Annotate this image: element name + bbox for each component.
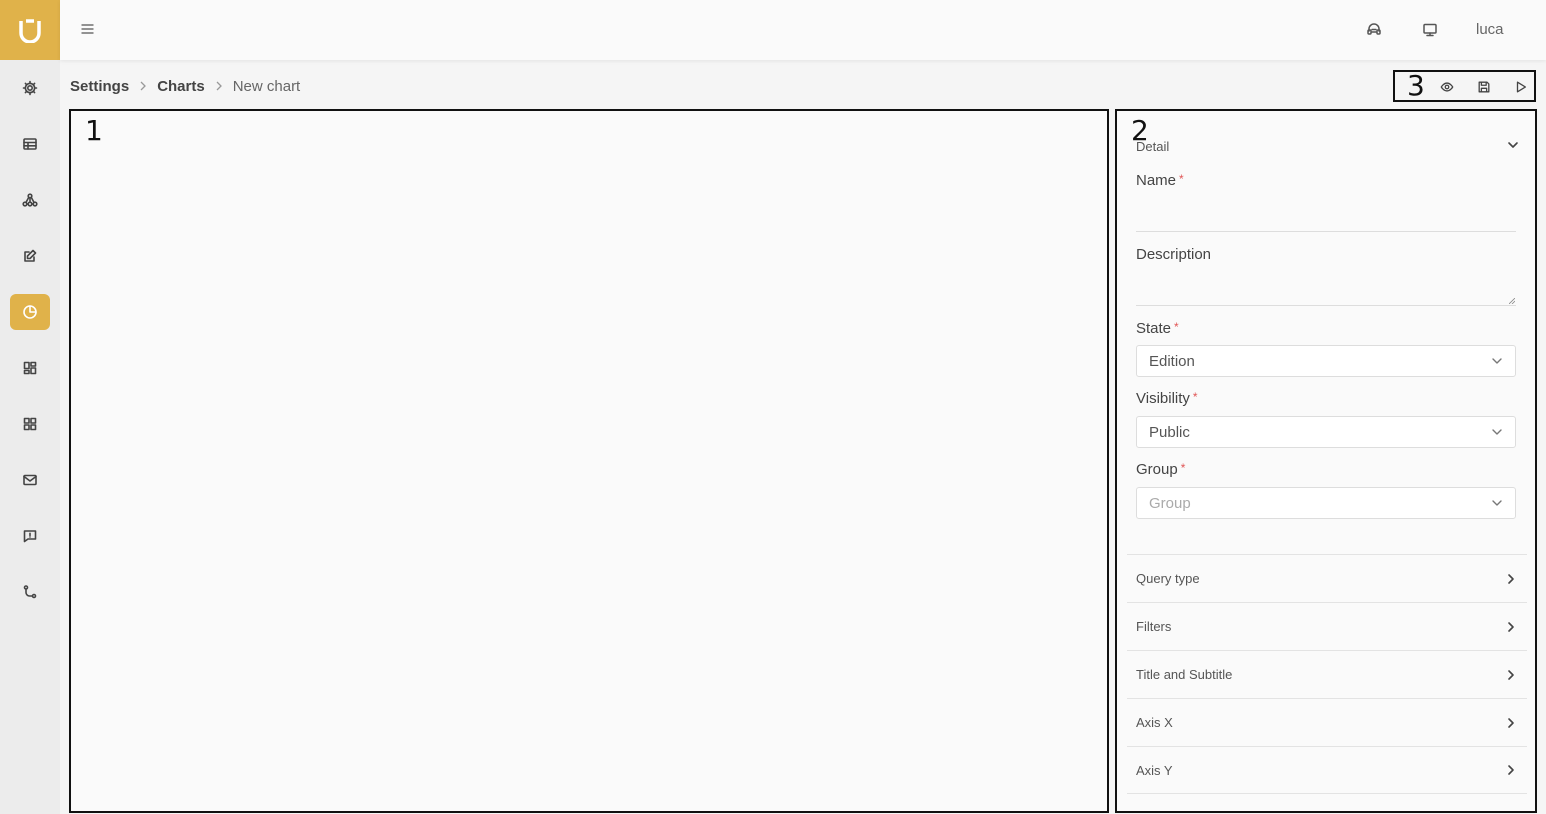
section-label: Query type [1136,571,1200,586]
sidebar [0,0,60,814]
monitor-button[interactable] [1420,20,1440,40]
name-label-text: Name [1136,172,1177,189]
visibility-select[interactable]: Public [1136,416,1516,448]
visibility-label: Visibility * [1136,390,1198,407]
menu-toggle-button[interactable] [80,22,94,36]
group-label: Group * [1136,461,1185,478]
chevron-down-icon [1492,500,1502,506]
breadcrumb-charts[interactable]: Charts [157,78,205,95]
sidebar-item-tables[interactable] [10,126,50,162]
hierarchy-icon [22,193,38,207]
logo-icon [19,19,41,43]
section-title-subtitle[interactable]: Title and Subtitle [1127,650,1527,698]
chevron-down-icon [1507,139,1519,154]
required-mark: * [1180,461,1186,475]
sidebar-item-hierarchy[interactable] [10,182,50,218]
support-button[interactable] [1364,20,1384,40]
chat-icon [23,530,37,543]
sidebar-item-mail[interactable] [10,462,50,498]
visibility-select-value: Public [1149,423,1190,441]
top-bar: luca [60,0,1546,60]
dashboard-icon [23,361,37,375]
detail-section-title: Detail [1136,139,1170,154]
required-mark: * [1192,390,1198,404]
chevron-right-icon [1508,765,1514,775]
chevron-down-icon [1492,358,1502,364]
eye-icon [1440,82,1454,92]
table-icon [23,138,37,150]
toolbar-box-number: 3 [1407,69,1425,102]
breadcrumb-settings[interactable]: Settings [70,78,129,95]
state-label: State * [1136,320,1179,337]
preview-button[interactable] [1439,79,1455,95]
chevron-right-icon [1508,669,1514,680]
flow-icon [23,585,37,599]
mail-icon [23,474,37,486]
section-label: Title and Subtitle [1136,667,1233,682]
group-label-text: Group [1136,461,1178,478]
user-menu[interactable]: luca [1476,21,1504,38]
description-label: Description [1136,246,1212,263]
chevron-down-icon [1492,429,1502,435]
name-input[interactable] [1136,202,1516,232]
state-select-value: Edition [1149,352,1195,370]
section-filters[interactable]: Filters [1127,602,1527,650]
sidebar-item-dashboards[interactable] [10,350,50,386]
state-label-text: State [1136,320,1172,337]
visibility-label-text: Visibility [1136,390,1190,407]
group-select-placeholder: Group [1149,494,1191,512]
resize-handle-icon[interactable] [1509,298,1515,304]
settings-icon [22,80,38,96]
sidebar-item-messages[interactable] [10,518,50,554]
chart-toolbar: 3 [1393,70,1536,102]
breadcrumb-separator-icon [139,79,147,94]
sidebar-item-grid[interactable] [10,406,50,442]
support-icon [1367,23,1381,35]
canvas-box-number: 1 [85,114,103,147]
grid-icon [23,417,37,431]
section-axis-x[interactable]: Axis X [1127,698,1527,746]
properties-panel: 2 Detail Name * Description State * Editio… [1115,109,1537,813]
section-axis-y[interactable]: Axis Y [1127,746,1527,794]
section-label: Axis X [1136,715,1173,730]
chart-canvas[interactable]: 1 [69,109,1109,813]
sidebar-item-settings[interactable] [10,70,50,106]
required-mark: * [1174,320,1179,334]
breadcrumb: Settings Charts New chart [70,78,300,95]
description-textarea[interactable] [1136,262,1516,306]
breadcrumb-current: New chart [232,78,301,95]
sidebar-item-flows[interactable] [10,574,50,610]
section-query-type[interactable]: Query type [1127,554,1527,602]
section-label: Axis Y [1136,762,1173,778]
sidebar-item-edit[interactable] [10,238,50,274]
chevron-right-icon [1508,621,1514,632]
state-select[interactable]: Edition [1136,345,1516,377]
app-logo[interactable] [0,0,60,60]
save-button[interactable] [1476,79,1492,95]
required-mark: * [1179,172,1184,186]
menu-icon [81,24,93,34]
detail-section-header[interactable]: Detail [1136,139,1519,154]
save-icon [1478,81,1490,93]
group-select[interactable]: Group [1136,487,1516,519]
chevron-right-icon [1508,573,1514,584]
pie-chart-icon [23,305,37,319]
play-icon [1516,81,1527,93]
breadcrumb-separator-icon [215,79,223,94]
sidebar-item-charts[interactable] [10,294,50,330]
chevron-right-icon [1508,717,1514,728]
section-label: Filters [1136,619,1172,634]
run-button[interactable] [1513,79,1529,95]
monitor-icon [1423,23,1437,37]
edit-icon [24,249,37,262]
name-label: Name * [1136,172,1184,189]
